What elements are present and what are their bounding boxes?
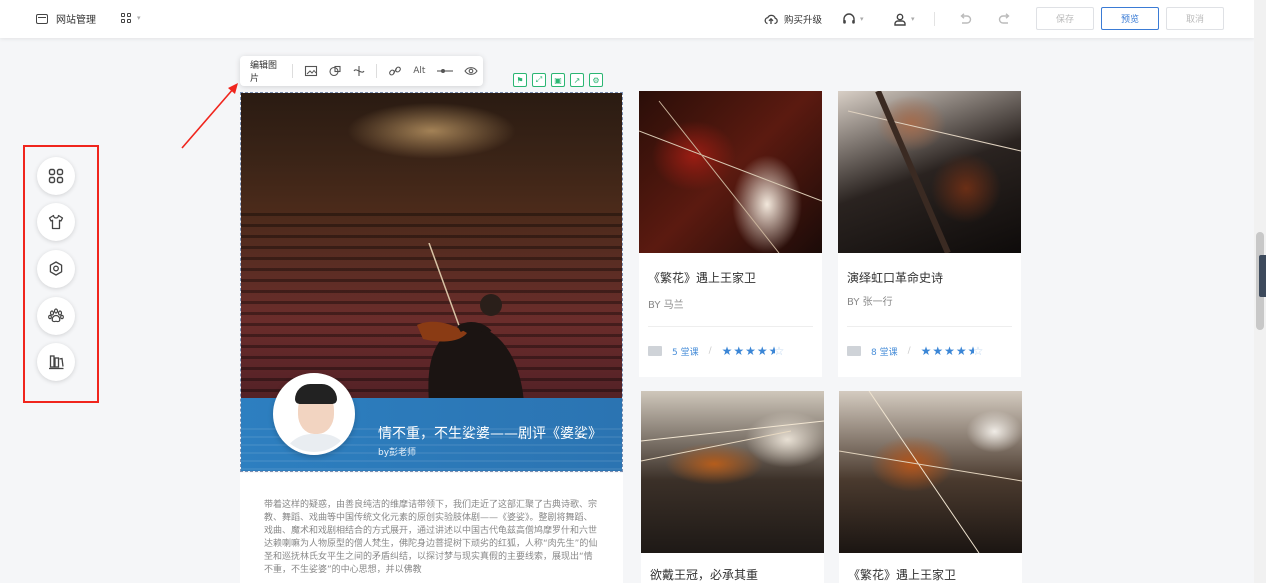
link-icon (389, 66, 402, 76)
bookmark-icon[interactable]: ⚑ (513, 73, 527, 87)
card-title: 《繁花》遇上王家卫 (848, 568, 957, 582)
gear-icon[interactable]: ⚙ (589, 73, 603, 87)
hero-author: by彭老师 (378, 448, 417, 458)
hero-title: 情不重，不生娑婆——剧评《婆娑》 (378, 426, 602, 442)
violin-photo (847, 91, 1021, 253)
violin-photo (641, 420, 824, 462)
violinist-figure (417, 243, 524, 403)
paw-icon (48, 308, 64, 323)
book-icon (847, 346, 861, 356)
crop-image-button[interactable] (301, 65, 321, 77)
top-bar: 网站管理 ▾ 购买升级 ▾ ▾ 保存 预览 取消 (0, 0, 1254, 38)
course-card[interactable]: 《繁花》遇上王家卫 BY 马兰 5 堂课 / ★★★★★☆ (639, 91, 822, 377)
user-icon (894, 13, 906, 26)
chevron-down-icon[interactable]: ▾ (137, 14, 141, 22)
card-title: 《繁花》遇上王家卫 (648, 271, 757, 285)
site-manage-label: 网站管理 (56, 15, 96, 26)
undo-icon (960, 13, 972, 24)
rail-pet-button[interactable] (37, 297, 75, 335)
card-image (641, 391, 824, 553)
edit-image-button[interactable]: 编辑图片 (250, 58, 286, 84)
card-author: BY 马兰 (648, 300, 684, 311)
article-body: 带着这样的疑惑，由善良纯洁的维摩诘带领下，我们走近了这部汇聚了古典诗歌、宗教、舞… (240, 473, 623, 583)
star-rating: ★★★★★☆ (721, 344, 786, 358)
rail-settings-button[interactable] (37, 250, 75, 288)
animation-button[interactable] (349, 65, 369, 77)
user-menu[interactable]: ▾ (893, 0, 915, 38)
buy-upgrade-label: 购买升级 (784, 15, 823, 26)
rail-components-button[interactable] (37, 157, 75, 195)
undo-button[interactable] (958, 0, 972, 38)
save-block-icon[interactable]: ▣ (551, 73, 565, 87)
teacher-avatar (273, 373, 355, 455)
headset-icon (843, 12, 855, 24)
block-tools: ⚑ ⤢ ▣ ↗ ⚙ (513, 73, 603, 87)
card-meta: 5 堂课 / ★★★★★☆ (648, 344, 813, 358)
shape-icon (329, 65, 341, 77)
lesson-count: 8 堂课 (871, 347, 898, 358)
slider-icon (437, 69, 454, 73)
alt-text-button[interactable]: Alt (409, 66, 429, 76)
cloud-upload-icon (764, 14, 778, 25)
divider (291, 64, 293, 78)
settings-icon (49, 261, 63, 276)
save-button[interactable]: 保存 (1036, 7, 1094, 30)
article-text: 带着这样的疑惑，由善良纯洁的维摩诘带领下，我们走近了这部汇聚了古典诗歌、宗教、舞… (264, 500, 598, 575)
animation-icon (353, 66, 365, 76)
course-card[interactable]: 演绎虹口革命史诗 BY 张一行 8 堂课 / ★★★★★☆ (838, 91, 1021, 377)
shape-mask-button[interactable] (325, 65, 345, 77)
site-manage-menu[interactable]: 网站管理 (36, 11, 96, 26)
card-image (639, 91, 822, 253)
rail-theme-button[interactable] (37, 203, 75, 241)
red-arrow-annotation (181, 83, 238, 149)
course-card[interactable]: 《繁花》遇上王家卫 (839, 391, 1022, 583)
book-icon (648, 346, 662, 356)
card-image (838, 91, 1021, 253)
course-card[interactable]: 欲戴王冠，必承其重 (641, 391, 824, 583)
rail-library-button[interactable] (37, 343, 75, 381)
shirt-icon (48, 214, 64, 230)
chevron-down-icon: ▾ (860, 15, 864, 23)
lesson-count: 5 堂课 (672, 347, 699, 358)
violin-photo (839, 391, 1022, 553)
preview-button[interactable]: 预览 (1101, 7, 1159, 30)
card-meta: 8 堂课 / ★★★★★☆ (847, 344, 1012, 358)
divider (376, 64, 378, 78)
card-image (839, 391, 1022, 553)
buy-upgrade-button[interactable]: 购买升级 (764, 0, 822, 38)
apps-grid-icon[interactable] (121, 13, 131, 23)
image-edit-toolbar: 编辑图片 Alt (240, 56, 483, 86)
card-author: BY 张一行 (847, 297, 893, 308)
fullscreen-icon[interactable]: ⤢ (532, 73, 546, 87)
hero-banner[interactable]: 情不重，不生娑婆——剧评《婆娑》 by彭老师 (240, 92, 623, 472)
card-title: 欲戴王冠，必承其重 (650, 568, 759, 582)
eye-icon (464, 67, 478, 75)
side-float-tab[interactable] (1259, 255, 1266, 297)
divider (934, 12, 935, 26)
star-rating: ★★★★★☆ (920, 344, 985, 358)
redo-icon (998, 13, 1010, 24)
library-icon (49, 355, 64, 370)
website-icon (36, 13, 48, 24)
spacing-button[interactable] (433, 67, 457, 75)
image-crop-icon (304, 65, 317, 77)
visibility-button[interactable] (461, 66, 481, 76)
support-menu[interactable]: ▾ (842, 0, 864, 38)
divider (648, 326, 813, 327)
components-icon (48, 168, 64, 184)
cancel-button[interactable]: 取消 (1166, 7, 1224, 30)
link-button[interactable] (385, 65, 405, 77)
card-title: 演绎虹口革命史诗 (847, 271, 944, 285)
redo-button[interactable] (998, 0, 1012, 38)
violin-photo (639, 100, 822, 253)
chevron-down-icon: ▾ (911, 15, 915, 23)
divider (847, 326, 1012, 327)
share-icon[interactable]: ↗ (570, 73, 584, 87)
